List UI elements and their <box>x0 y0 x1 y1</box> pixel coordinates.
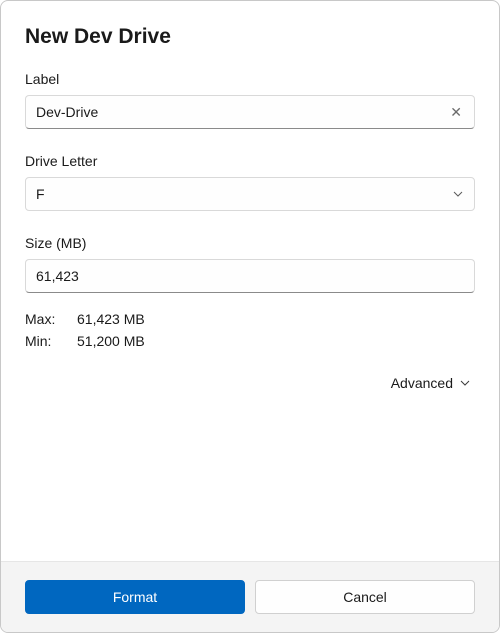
size-input[interactable] <box>36 268 464 284</box>
dialog-window: New Dev Drive Label ✕ Drive Letter F Siz… <box>0 0 500 633</box>
max-label: Max: <box>25 311 77 327</box>
advanced-toggle[interactable]: Advanced <box>25 375 475 391</box>
size-group: Size (MB) <box>25 235 475 293</box>
advanced-label: Advanced <box>391 375 453 391</box>
label-group: Label ✕ <box>25 71 475 129</box>
dialog-content: New Dev Drive Label ✕ Drive Letter F Siz… <box>1 1 499 561</box>
cancel-button[interactable]: Cancel <box>255 580 475 614</box>
label-input[interactable] <box>36 104 448 120</box>
clear-icon[interactable]: ✕ <box>448 105 464 119</box>
chevron-down-icon <box>452 188 464 200</box>
max-row: Max: 61,423 MB <box>25 311 475 327</box>
size-input-wrap[interactable] <box>25 259 475 293</box>
dialog-title: New Dev Drive <box>25 25 475 49</box>
max-value: 61,423 MB <box>77 311 145 327</box>
min-row: Min: 51,200 MB <box>25 333 475 349</box>
size-limits: Max: 61,423 MB Min: 51,200 MB <box>25 311 475 349</box>
drive-letter-group: Drive Letter F <box>25 153 475 211</box>
label-field-label: Label <box>25 71 475 87</box>
dialog-footer: Format Cancel <box>1 561 499 632</box>
chevron-down-icon <box>459 377 471 389</box>
label-input-wrap[interactable]: ✕ <box>25 95 475 129</box>
size-label: Size (MB) <box>25 235 475 251</box>
drive-letter-select[interactable]: F <box>25 177 475 211</box>
drive-letter-label: Drive Letter <box>25 153 475 169</box>
format-button[interactable]: Format <box>25 580 245 614</box>
min-value: 51,200 MB <box>77 333 145 349</box>
min-label: Min: <box>25 333 77 349</box>
drive-letter-value: F <box>36 186 452 202</box>
